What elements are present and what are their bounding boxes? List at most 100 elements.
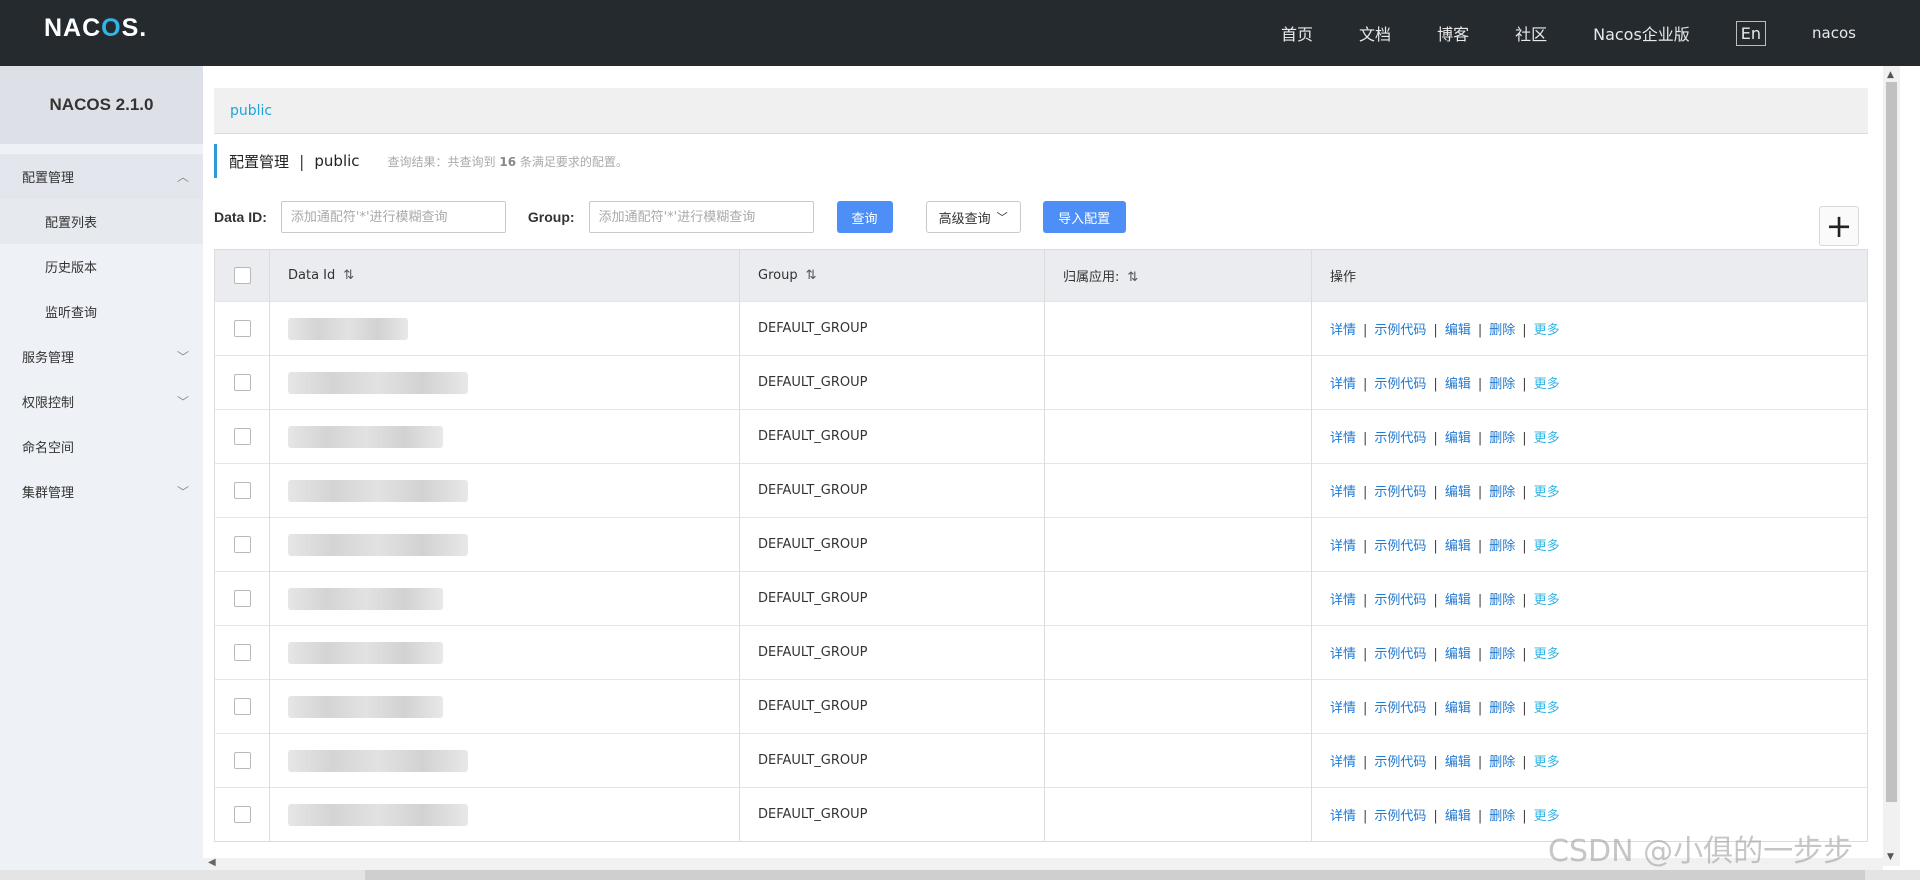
more-link[interactable]: 更多 <box>1534 485 1560 500</box>
nacos-logo[interactable]: NACOS. <box>44 14 147 43</box>
sample-code-link[interactable]: 示例代码 <box>1374 431 1426 446</box>
table-row[interactable]: DEFAULT_GROUP 详情 | 示例代码 | 编辑 | 删除 | 更多 <box>214 733 1868 788</box>
delete-link[interactable]: 删除 <box>1489 809 1515 824</box>
edit-link[interactable]: 编辑 <box>1445 431 1471 446</box>
delete-link[interactable]: 删除 <box>1489 539 1515 554</box>
delete-link[interactable]: 删除 <box>1489 323 1515 338</box>
outer-horizontal-scrollbar[interactable] <box>0 870 1920 880</box>
sample-code-link[interactable]: 示例代码 <box>1374 701 1426 716</box>
detail-link[interactable]: 详情 <box>1330 647 1356 662</box>
sample-code-link[interactable]: 示例代码 <box>1374 539 1426 554</box>
detail-link[interactable]: 详情 <box>1330 701 1356 716</box>
table-row[interactable]: DEFAULT_GROUP 详情 | 示例代码 | 编辑 | 删除 | 更多 <box>214 355 1868 410</box>
column-header-dataid[interactable]: Data Id ⇅ <box>269 249 740 302</box>
table-row[interactable]: DEFAULT_GROUP 详情 | 示例代码 | 编辑 | 删除 | 更多 <box>214 517 1868 572</box>
select-all-checkbox[interactable] <box>233 267 251 284</box>
more-link[interactable]: 更多 <box>1534 323 1560 338</box>
sample-code-link[interactable]: 示例代码 <box>1374 593 1426 608</box>
sort-icon[interactable]: ⇅ <box>1127 270 1138 285</box>
more-link[interactable]: 更多 <box>1534 539 1560 554</box>
edit-link[interactable]: 编辑 <box>1445 377 1471 392</box>
nav-blog[interactable]: 博客 <box>1437 21 1469 45</box>
more-link[interactable]: 更多 <box>1534 593 1560 608</box>
scroll-down-icon[interactable]: ▼ <box>1887 852 1894 862</box>
sidebar-group-service-management[interactable]: 服务管理 ﹀ <box>0 334 203 379</box>
dataid-search-input[interactable] <box>280 201 506 233</box>
edit-link[interactable]: 编辑 <box>1445 593 1471 608</box>
outer-scrollbar-thumb[interactable] <box>365 870 1865 880</box>
more-link[interactable]: 更多 <box>1534 701 1560 716</box>
user-name[interactable]: nacos <box>1812 24 1856 42</box>
edit-link[interactable]: 编辑 <box>1445 323 1471 338</box>
delete-link[interactable]: 删除 <box>1489 377 1515 392</box>
row-checkbox[interactable] <box>233 806 251 823</box>
more-link[interactable]: 更多 <box>1534 755 1560 770</box>
language-switch-button[interactable]: En <box>1735 20 1767 46</box>
vertical-scrollbar[interactable]: ▲ ▼ <box>1883 66 1900 866</box>
sidebar-group-config-management[interactable]: 配置管理 ︿ <box>0 154 203 199</box>
detail-link[interactable]: 详情 <box>1330 377 1356 392</box>
add-config-button[interactable]: + <box>1819 206 1859 246</box>
scroll-up-icon[interactable]: ▲ <box>1887 70 1894 80</box>
edit-link[interactable]: 编辑 <box>1445 485 1471 500</box>
sample-code-link[interactable]: 示例代码 <box>1374 755 1426 770</box>
edit-link[interactable]: 编辑 <box>1445 701 1471 716</box>
delete-link[interactable]: 删除 <box>1489 647 1515 662</box>
row-checkbox[interactable] <box>233 752 251 769</box>
edit-link[interactable]: 编辑 <box>1445 647 1471 662</box>
column-header-group[interactable]: Group ⇅ <box>739 249 1045 302</box>
row-checkbox[interactable] <box>233 644 251 661</box>
more-link[interactable]: 更多 <box>1534 647 1560 662</box>
search-button[interactable]: 查询 <box>836 201 893 233</box>
column-header-app[interactable]: 归属应用: ⇅ <box>1044 249 1312 302</box>
more-link[interactable]: 更多 <box>1534 377 1560 392</box>
sidebar-group-auth-control[interactable]: 权限控制 ﹀ <box>0 379 203 424</box>
sidebar-item-listener-query[interactable]: 监听查询 <box>0 289 203 334</box>
sample-code-link[interactable]: 示例代码 <box>1374 647 1426 662</box>
edit-link[interactable]: 编辑 <box>1445 809 1471 824</box>
table-row[interactable]: DEFAULT_GROUP 详情 | 示例代码 | 编辑 | 删除 | 更多 <box>214 301 1868 356</box>
sidebar-item-history[interactable]: 历史版本 <box>0 244 203 289</box>
delete-link[interactable]: 删除 <box>1489 593 1515 608</box>
row-checkbox[interactable] <box>233 590 251 607</box>
sort-icon[interactable]: ⇅ <box>343 268 354 283</box>
row-checkbox[interactable] <box>233 482 251 499</box>
sidebar-group-cluster-management[interactable]: 集群管理 ﹀ <box>0 469 203 514</box>
table-row[interactable]: DEFAULT_GROUP 详情 | 示例代码 | 编辑 | 删除 | 更多 <box>214 625 1868 680</box>
delete-link[interactable]: 删除 <box>1489 701 1515 716</box>
more-link[interactable]: 更多 <box>1534 809 1560 824</box>
detail-link[interactable]: 详情 <box>1330 539 1356 554</box>
row-checkbox[interactable] <box>233 374 251 391</box>
namespace-link-public[interactable]: public <box>230 103 272 119</box>
sort-icon[interactable]: ⇅ <box>806 268 817 283</box>
detail-link[interactable]: 详情 <box>1330 755 1356 770</box>
sidebar-item-namespace[interactable]: 命名空间 <box>0 424 203 469</box>
detail-link[interactable]: 详情 <box>1330 323 1356 338</box>
detail-link[interactable]: 详情 <box>1330 485 1356 500</box>
table-row[interactable]: DEFAULT_GROUP 详情 | 示例代码 | 编辑 | 删除 | 更多 <box>214 409 1868 464</box>
nav-docs[interactable]: 文档 <box>1359 21 1391 45</box>
row-checkbox[interactable] <box>233 536 251 553</box>
more-link[interactable]: 更多 <box>1534 431 1560 446</box>
nav-community[interactable]: 社区 <box>1515 21 1547 45</box>
row-checkbox[interactable] <box>233 320 251 337</box>
advanced-query-button[interactable]: 高级查询 ﹀ <box>925 201 1021 233</box>
table-row[interactable]: DEFAULT_GROUP 详情 | 示例代码 | 编辑 | 删除 | 更多 <box>214 679 1868 734</box>
detail-link[interactable]: 详情 <box>1330 809 1356 824</box>
detail-link[interactable]: 详情 <box>1330 431 1356 446</box>
nav-home[interactable]: 首页 <box>1281 21 1313 45</box>
sidebar-item-config-list[interactable]: 配置列表 <box>0 199 203 244</box>
group-search-input[interactable] <box>588 201 814 233</box>
delete-link[interactable]: 删除 <box>1489 755 1515 770</box>
sample-code-link[interactable]: 示例代码 <box>1374 323 1426 338</box>
sample-code-link[interactable]: 示例代码 <box>1374 809 1426 824</box>
row-checkbox[interactable] <box>233 428 251 445</box>
edit-link[interactable]: 编辑 <box>1445 755 1471 770</box>
row-checkbox[interactable] <box>233 698 251 715</box>
vertical-scrollbar-thumb[interactable] <box>1886 82 1897 802</box>
detail-link[interactable]: 详情 <box>1330 593 1356 608</box>
import-config-button[interactable]: 导入配置 <box>1042 201 1126 233</box>
edit-link[interactable]: 编辑 <box>1445 539 1471 554</box>
delete-link[interactable]: 删除 <box>1489 485 1515 500</box>
delete-link[interactable]: 删除 <box>1489 431 1515 446</box>
